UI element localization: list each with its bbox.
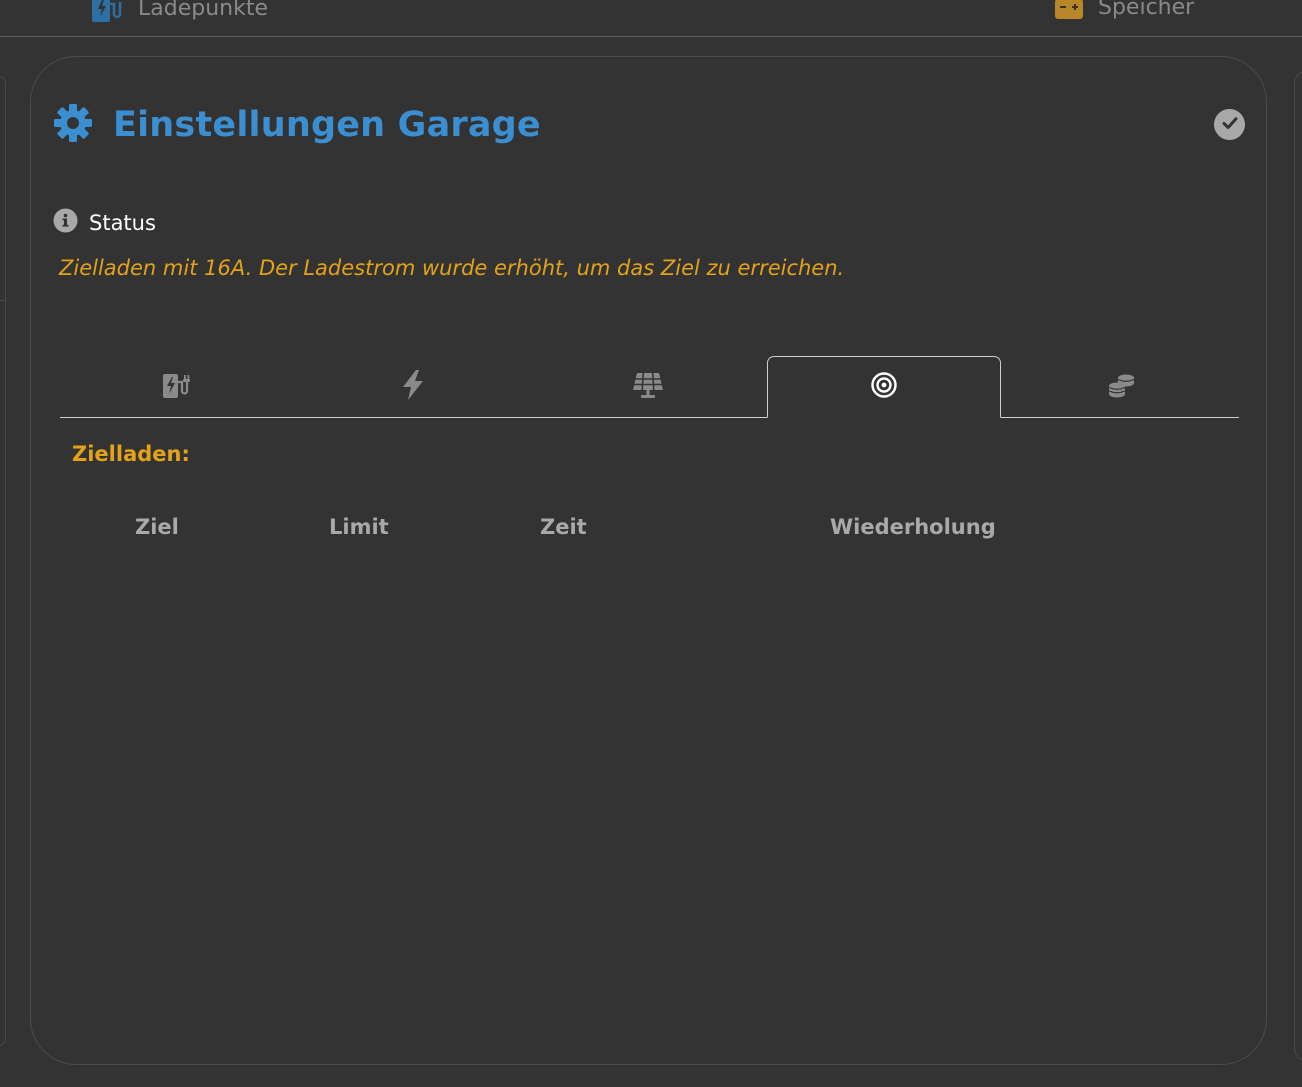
nav-item-label: Speicher: [1098, 0, 1195, 20]
coins-icon: [1107, 372, 1135, 402]
column-header-repeat: Wiederholung: [830, 515, 996, 539]
solar-panel-icon: [632, 371, 664, 403]
tab-pv-charging[interactable]: [531, 356, 765, 417]
gear-icon: [53, 103, 93, 147]
close-button[interactable]: [1214, 109, 1245, 140]
status-heading: Status: [53, 208, 156, 237]
column-header-target: Ziel: [135, 515, 179, 539]
status-label: Status: [89, 210, 156, 235]
bolt-icon: [400, 369, 426, 405]
info-icon: [53, 208, 78, 237]
section-label: Zielladen:: [72, 442, 190, 466]
charging-station-icon: [162, 371, 192, 403]
column-header-limit: Limit: [329, 515, 389, 539]
card-header: Einstellungen Garage: [53, 103, 541, 147]
column-header-time: Zeit: [540, 515, 587, 539]
adjacent-card-left: [0, 75, 6, 1047]
check-icon: [1221, 114, 1239, 136]
page-title: Einstellungen Garage: [113, 105, 541, 145]
tab-bar: [60, 356, 1239, 418]
tab-instant-charging[interactable]: [296, 356, 530, 417]
nav-item-storage[interactable]: Speicher: [1054, 0, 1194, 20]
battery-icon: [1054, 0, 1084, 20]
nav-item-label: Ladepunkte: [138, 0, 268, 21]
tab-price-charging[interactable]: [1004, 356, 1238, 417]
top-navigation-bar: Ladepunkte Speicher: [0, 0, 1302, 37]
status-message: Zielladen mit 16A. Der Ladestrom wurde e…: [59, 256, 845, 280]
target-icon: [871, 372, 897, 402]
divider: [0, 300, 6, 301]
charging-station-icon: [90, 0, 124, 22]
settings-card: Einstellungen Garage Status Zielladen mi…: [30, 56, 1267, 1065]
nav-item-chargepoints[interactable]: Ladepunkte: [90, 0, 268, 22]
tab-scheduled-charging[interactable]: [767, 356, 1001, 418]
tab-charge-mode[interactable]: [60, 356, 294, 417]
adjacent-card-right: [1294, 70, 1302, 1062]
